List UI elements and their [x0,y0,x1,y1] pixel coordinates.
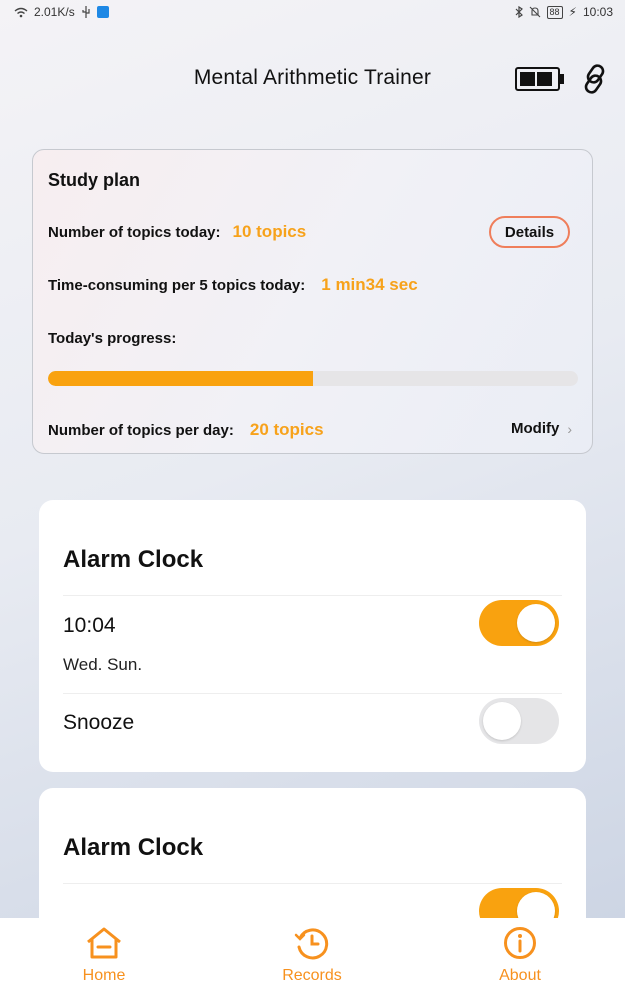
details-button[interactable]: Details [489,216,570,248]
time-consuming-row: Time-consuming per 5 topics today: 1 min3… [48,275,418,295]
topics-today-value: 10 topics [232,222,307,241]
topics-today-row: Number of topics today: 10 topics [48,222,306,242]
net-speed: 2.01K/s [34,5,75,19]
nav-records[interactable]: Records [252,926,372,985]
nav-home[interactable]: Home [44,926,164,985]
modify-label: Modify [511,420,560,437]
nav-about[interactable]: About [460,926,580,985]
snooze-toggle[interactable] [479,698,559,744]
time-consuming-value: 1 min34 sec [321,275,418,294]
topics-per-day-row: Number of topics per day: 20 topics [48,420,324,440]
modify-link[interactable]: Modify › [511,420,572,437]
home-icon [87,927,121,959]
progress-label: Today's progress: [48,330,177,347]
nav-home-label: Home [82,967,126,984]
alarm-title: Alarm Clock [63,546,204,573]
alarm-card: Alarm Clock 10:04 Wed. Sun. Snooze [39,500,586,772]
clock-icon [294,928,329,960]
battery-level: 88 [546,5,563,19]
study-plan-title: Study plan [48,170,141,190]
snooze-label: Snooze [63,711,135,734]
link-icon[interactable] [580,63,610,95]
toggle-knob [517,892,555,918]
progress-bar [48,371,578,386]
alarm-time: 10:04 [63,614,116,637]
alarm-toggle[interactable] [479,600,559,646]
progress-bar-fill [48,371,313,386]
bluetooth-icon [515,6,523,18]
topics-today-label: Number of topics today: [48,224,221,241]
clock-time: 10:03 [582,5,613,19]
app-notification-icon [96,6,109,18]
mute-icon [529,6,540,18]
alarm-card: Alarm Clock [39,788,586,918]
divider [63,595,562,596]
alarm-title: Alarm Clock [63,834,204,861]
study-plan-card: Study plan Number of topics today: 10 top… [32,149,593,454]
divider [63,883,562,884]
wifi-icon [14,7,28,17]
time-consuming-label: Time-consuming per 5 topics today: [48,277,306,294]
toggle-knob [483,702,521,740]
battery-icon[interactable] [515,67,565,91]
alarm-toggle[interactable] [479,888,559,918]
toggle-knob [517,604,555,642]
status-bar: 2.01K/s 88 ⚡ 10:03 [0,0,625,26]
topics-per-day-value: 20 topics [249,420,324,439]
nav-about-label: About [499,967,541,984]
topics-per-day-label: Number of topics per day: [48,422,234,439]
chevron-right-icon: › [567,420,572,437]
nav-records-label: Records [282,967,342,984]
divider [63,693,562,694]
bottom-nav: Home Records About [0,918,625,1000]
alarm-days: Wed. Sun. [63,655,143,674]
usb-icon [82,6,90,18]
charging-icon: ⚡ [568,5,577,19]
info-icon [504,927,536,959]
